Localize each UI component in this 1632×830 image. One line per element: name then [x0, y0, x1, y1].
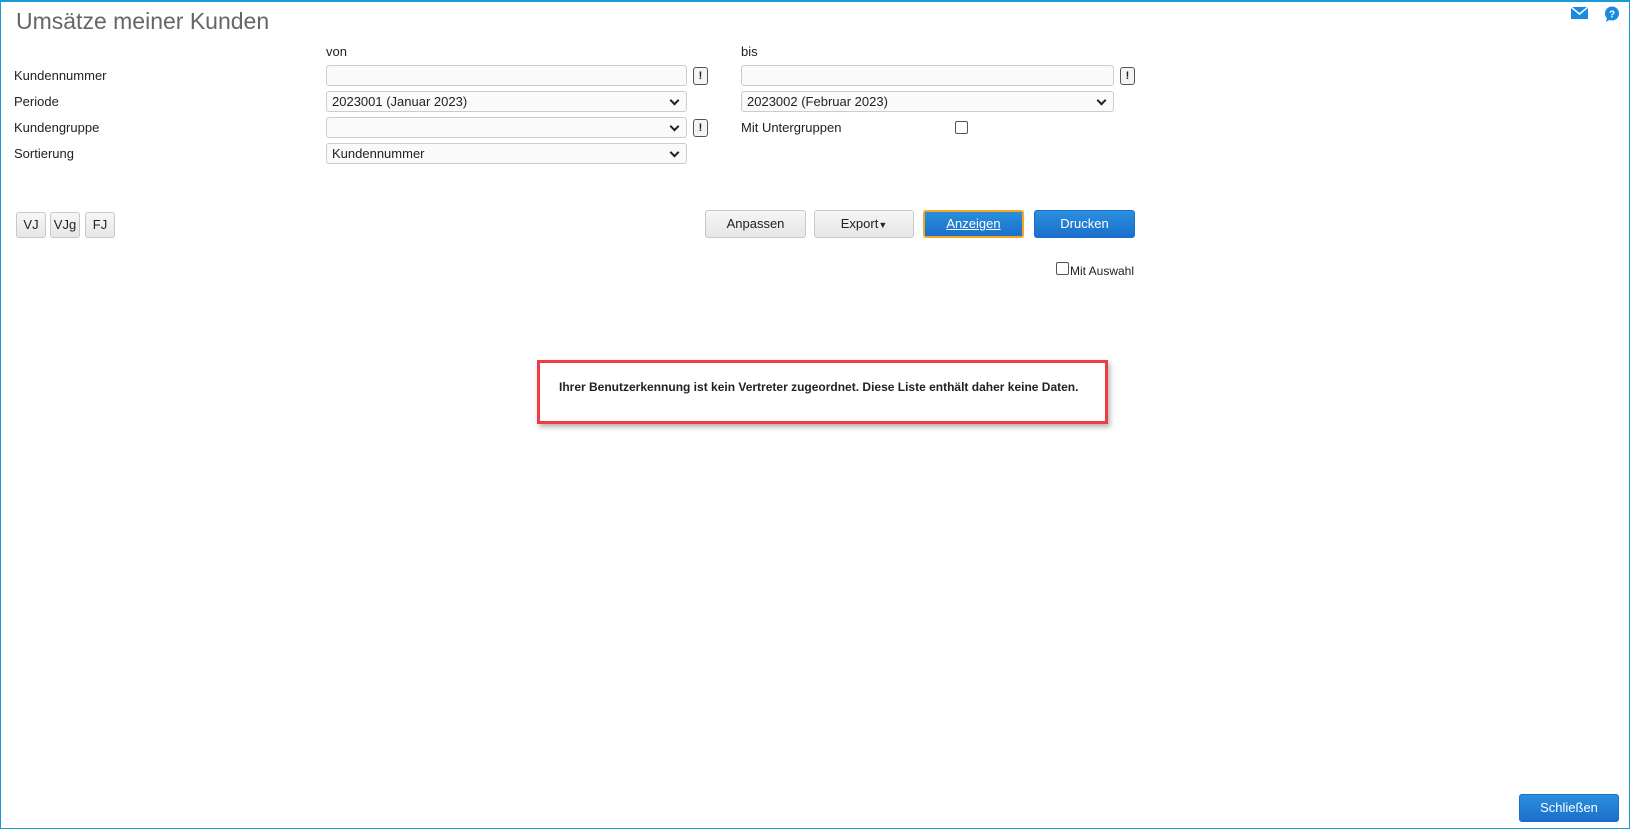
print-button[interactable]: Drucken [1034, 210, 1135, 238]
close-button[interactable]: Schließen [1519, 794, 1619, 822]
customer-group-label: Kundengruppe [14, 120, 100, 135]
period-to-select[interactable]: 2023002 (Februar 2023) [741, 91, 1114, 112]
page-title: Umsätze meiner Kunden [16, 8, 270, 34]
period-from-select[interactable]: 2023001 (Januar 2023) [326, 91, 687, 112]
with-selection-label: Mit Auswahl [1070, 264, 1135, 278]
help-icon[interactable]: ? [1604, 6, 1620, 22]
customer-group-select[interactable] [326, 117, 687, 138]
adjust-button[interactable]: Anpassen [705, 210, 806, 238]
no-data-message: Ihrer Benutzerkennung ist kein Vertreter… [537, 360, 1108, 424]
customer-group-lookup-button[interactable]: ! [693, 119, 708, 137]
vj-button[interactable]: VJ [16, 212, 46, 238]
period-label: Periode [14, 94, 59, 109]
from-column-label: von [326, 44, 347, 59]
to-column-label: bis [741, 44, 758, 59]
caret-down-icon: ▼ [878, 220, 888, 230]
customer-number-from-lookup-button[interactable]: ! [693, 67, 708, 85]
subgroups-label: Mit Untergruppen [741, 120, 842, 135]
customer-number-to-input[interactable] [741, 65, 1114, 86]
sorting-label: Sortierung [14, 146, 74, 161]
subgroups-checkbox[interactable] [955, 121, 968, 134]
svg-text:?: ? [1609, 10, 1615, 21]
show-button[interactable]: Anzeigen [923, 210, 1024, 238]
mail-icon[interactable] [1571, 7, 1588, 19]
with-selection-checkbox[interactable] [1056, 262, 1069, 275]
customer-number-to-lookup-button[interactable]: ! [1120, 67, 1135, 85]
fj-button[interactable]: FJ [85, 212, 115, 238]
export-button[interactable]: Export▼ [814, 210, 914, 238]
export-label: Export [840, 216, 879, 231]
customer-number-label: Kundennummer [14, 68, 107, 83]
customer-number-from-input[interactable] [326, 65, 687, 86]
sorting-select[interactable]: Kundennummer [326, 143, 687, 164]
vjg-button[interactable]: VJg [50, 212, 80, 238]
